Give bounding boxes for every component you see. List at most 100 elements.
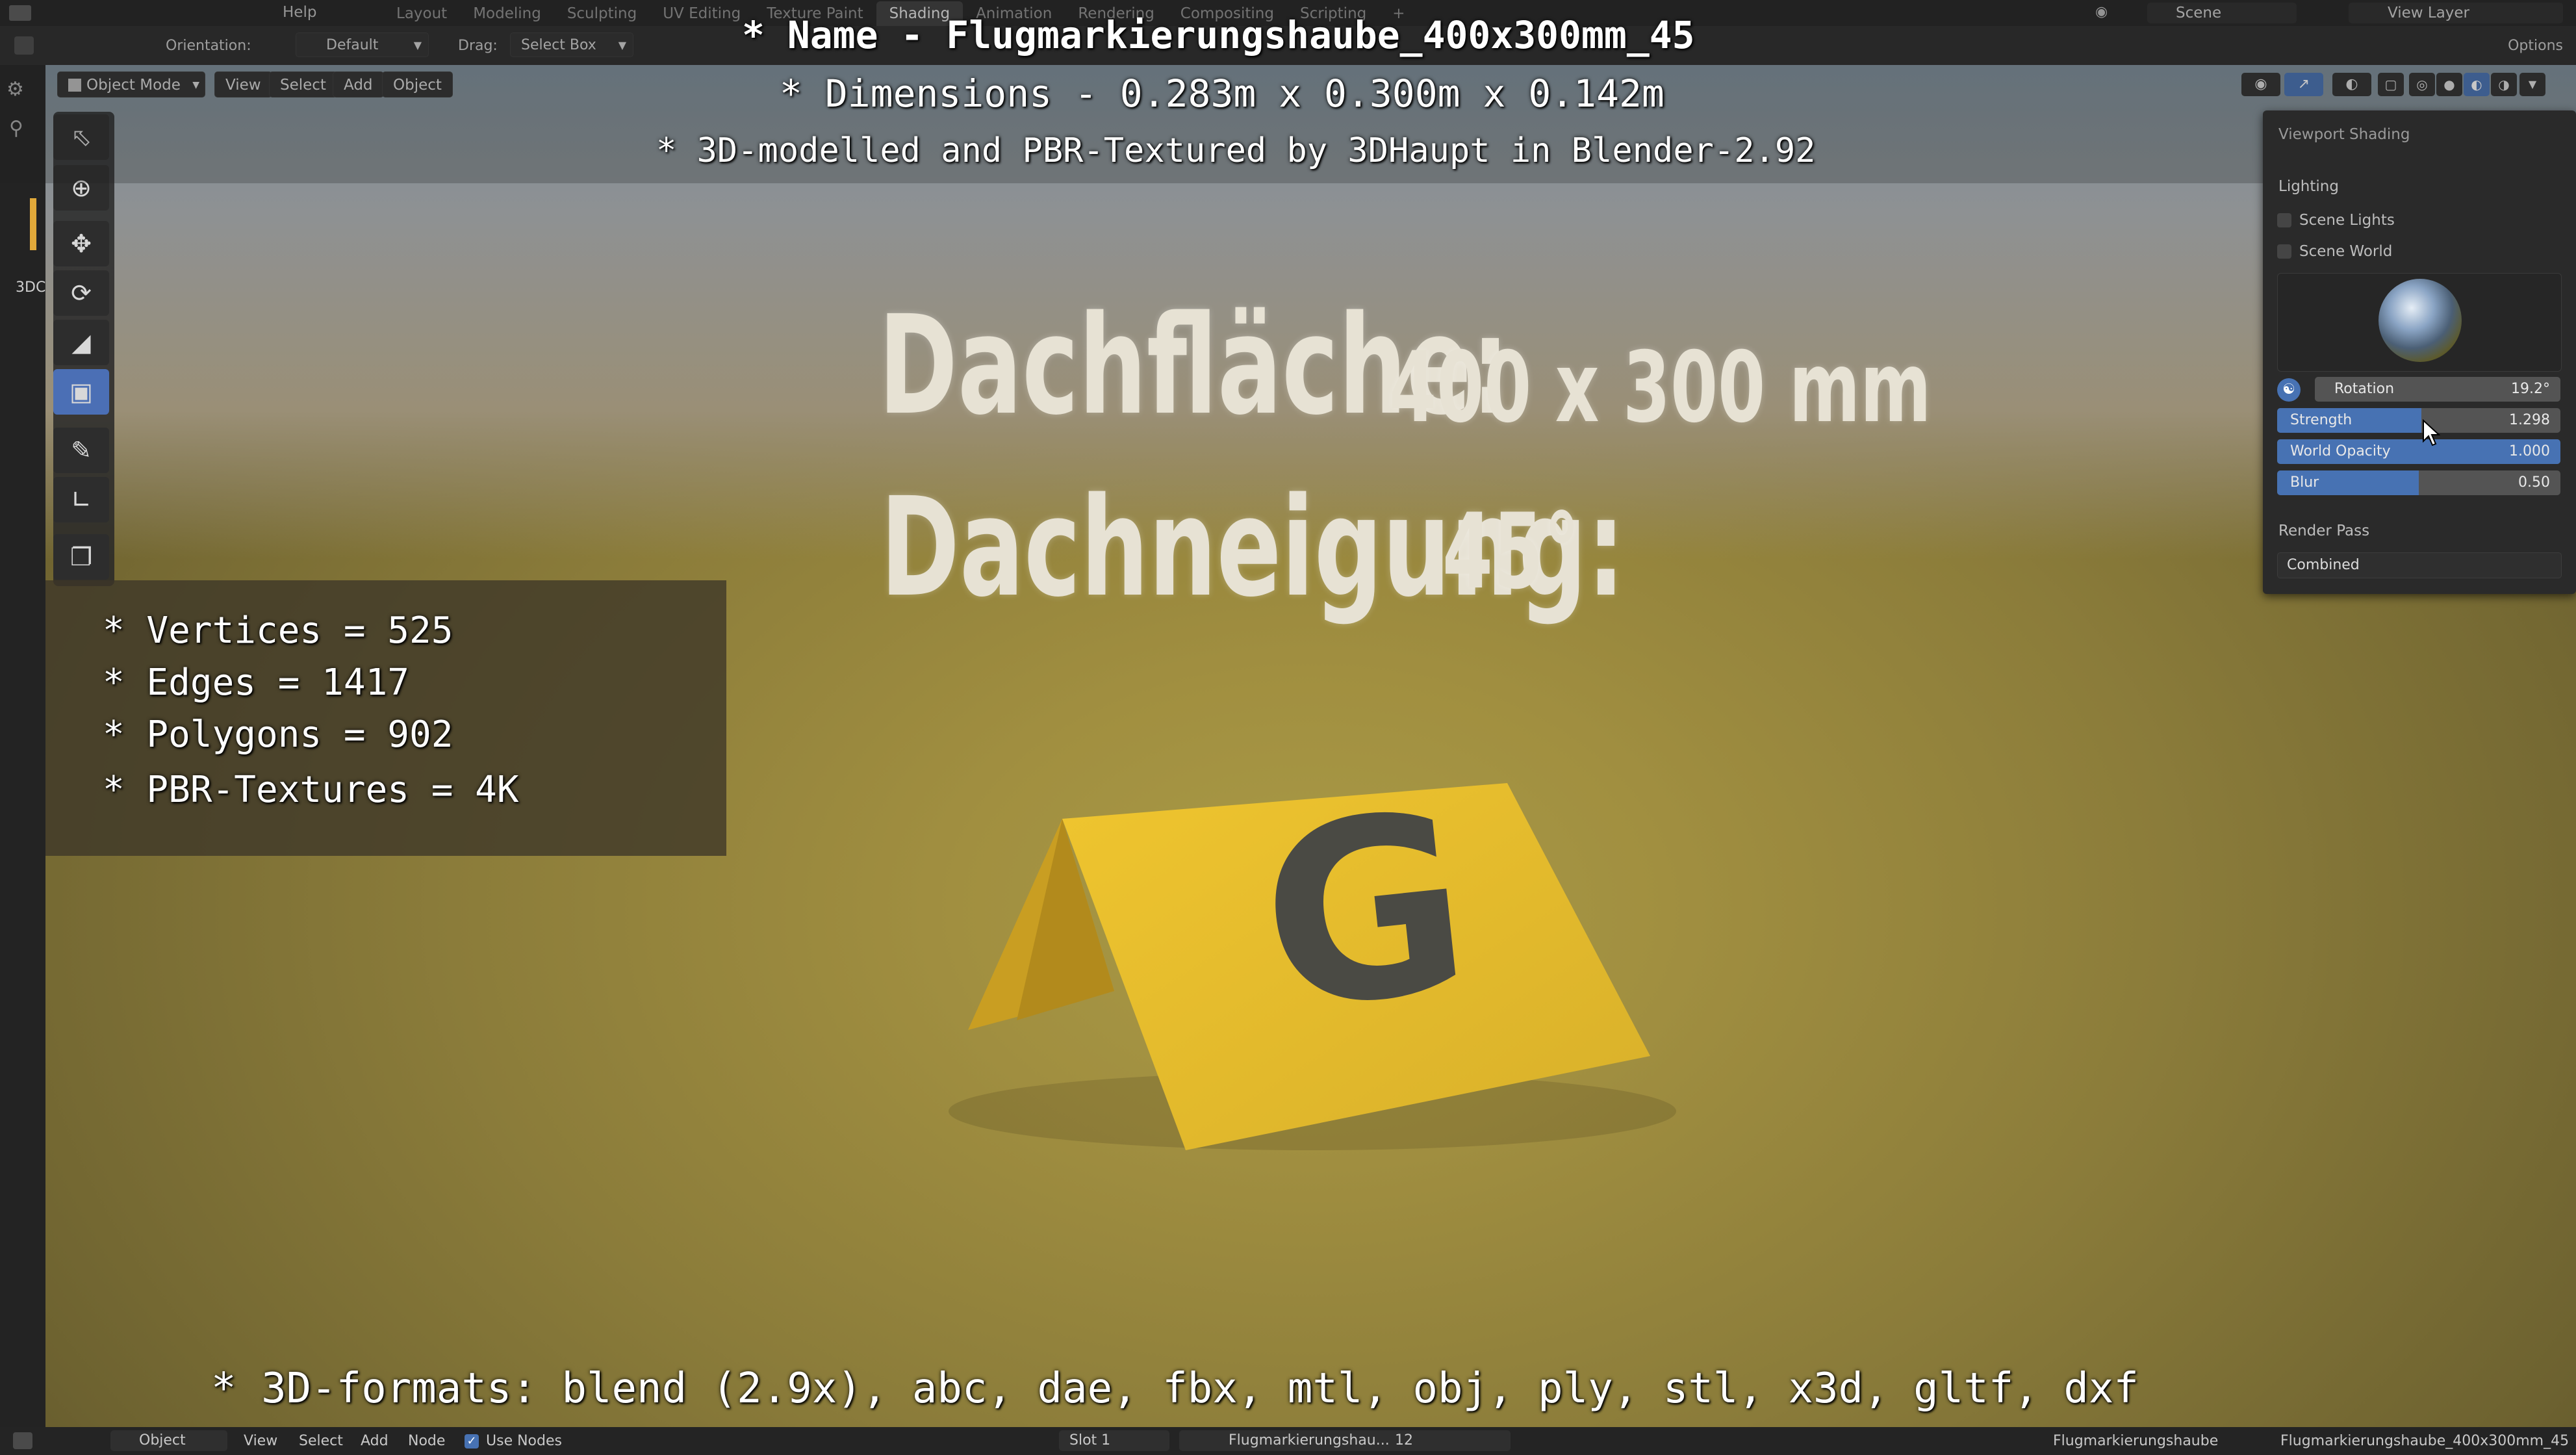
scene-selector[interactable]: Scene	[2147, 3, 2297, 23]
model-credits: * 3D-modelled and PBR-Textured by 3DHaup…	[656, 131, 1816, 170]
material-selector[interactable]: Flugmarkierungshau... 12	[1179, 1430, 1511, 1451]
use-nodes-checkbox[interactable]: ✓	[465, 1434, 479, 1449]
orientation-dropdown[interactable]: Default ▼	[296, 32, 429, 57]
sign-letter: G	[1249, 758, 1481, 1065]
scene-icon[interactable]: ◉	[2095, 4, 2124, 22]
options-menu[interactable]: Options	[2508, 38, 2563, 54]
cursor-tool[interactable]: ⊕	[53, 165, 109, 211]
timeline-marker	[30, 198, 36, 250]
visibility-icon[interactable]: ◉	[2241, 73, 2280, 96]
move-tool[interactable]: ✥	[53, 221, 109, 266]
overlays-icon[interactable]: ◐	[2332, 73, 2371, 96]
stat-textures: * PBR-Textures = 4K	[103, 769, 519, 811]
transform-tool[interactable]: ▣	[53, 369, 109, 415]
render-pass-label: Render Pass	[2278, 522, 2370, 539]
tab-uv-editing[interactable]: UV Editing	[650, 1, 754, 26]
pencil-icon: ✎	[71, 436, 92, 465]
scene-world-checkbox[interactable]	[2277, 244, 2291, 259]
stat-vertices: * Vertices = 525	[103, 610, 453, 652]
cursor-select-icon: ⬁	[71, 123, 92, 151]
side-label: 3DC	[16, 279, 46, 296]
crosshair-icon: ⊕	[71, 174, 92, 202]
model-dimensions: * Dimensions - 0.283m x 0.300m x 0.142m	[780, 71, 1664, 116]
search-icon[interactable]: ⚲	[9, 117, 23, 140]
transform-icon: ▣	[70, 378, 93, 406]
xray-icon[interactable]: ▢	[2378, 73, 2404, 96]
mouse-cursor-icon	[2423, 419, 2440, 446]
view-menu[interactable]: View	[244, 1433, 277, 1449]
lighting-label: Lighting	[2278, 178, 2339, 195]
add-cube-tool[interactable]: ❐	[53, 534, 109, 580]
drag-dropdown[interactable]: Select Box ▼	[510, 32, 633, 57]
rotate-tool[interactable]: ⟳	[53, 270, 109, 316]
slot-value: Slot 1	[1069, 1432, 1111, 1449]
measure-tool[interactable]: ∟	[53, 477, 109, 522]
render-pass-dropdown[interactable]: Combined	[2277, 552, 2562, 578]
gizmo-icon[interactable]: ↗	[2284, 73, 2323, 96]
cube-add-icon: ❐	[70, 543, 93, 571]
tab-layout[interactable]: Layout	[383, 1, 460, 26]
object-type-value: Object	[139, 1432, 186, 1449]
material-name: Flugmarkierungshau...	[1229, 1432, 1390, 1449]
mesh-name-label[interactable]: Flugmarkierungshaube_400x300mm_45	[2280, 1433, 2569, 1449]
editor-type-icon[interactable]	[14, 36, 34, 55]
scene-lights-checkbox[interactable]	[2277, 213, 2291, 227]
select-menu[interactable]: Select	[299, 1433, 343, 1449]
add-menu[interactable]: Add	[361, 1433, 389, 1449]
rotation-field[interactable]: Rotation 19.2°	[2315, 377, 2560, 402]
hdri-preview-box[interactable]	[2277, 273, 2562, 372]
select-box-tool[interactable]: ⬁	[53, 114, 109, 160]
rotation-value: 19.2°	[2511, 381, 2550, 397]
wireframe-shading-icon[interactable]: ◎	[2409, 73, 2435, 96]
scale-icon: ◢	[71, 328, 91, 357]
left-editor-strip: ⚙ ⚲ 3DC	[0, 65, 45, 1427]
chevron-down-icon: ▼	[192, 80, 199, 90]
flag-marker-hood-model[interactable]: G	[910, 695, 1689, 1163]
object-menu[interactable]: Object	[382, 71, 453, 97]
annotate-tool[interactable]: ✎	[53, 428, 109, 473]
view-layer-selector[interactable]: View Layer	[2349, 3, 2563, 23]
roof-area-value: 400 x 300 mm	[1389, 331, 1932, 444]
solid-shading-icon[interactable]: ●	[2436, 73, 2462, 96]
view-menu[interactable]: View	[214, 71, 272, 97]
tab-modeling[interactable]: Modeling	[460, 1, 554, 26]
shader-editor-header: Object View Select Add Node ✓ Use Nodes …	[0, 1427, 2576, 1455]
viewport-shading-panel: Viewport Shading Lighting Scene Lights S…	[2263, 110, 2576, 594]
strength-label: Strength	[2290, 412, 2353, 428]
model-name-title: * Name - Flugmarkierungshaube_400x300mm_…	[742, 13, 1695, 57]
shading-panel-title: Viewport Shading	[2278, 126, 2410, 143]
node-menu[interactable]: Node	[408, 1433, 445, 1449]
scale-tool[interactable]: ◢	[53, 320, 109, 365]
blur-slider[interactable]: Blur 0.50	[2277, 470, 2560, 495]
add-menu[interactable]: Add	[333, 71, 384, 97]
hdri-sphere-icon[interactable]	[2378, 279, 2462, 362]
stat-edges: * Edges = 1417	[103, 662, 410, 704]
tab-sculpting[interactable]: Sculpting	[554, 1, 650, 26]
stat-polygons: * Polygons = 902	[103, 714, 453, 756]
help-menu[interactable]: Help	[283, 4, 316, 21]
properties-icon[interactable]: ⚙	[6, 78, 24, 101]
object-mode-dropdown[interactable]: Object Mode ▼	[57, 71, 205, 97]
rotate-icon: ⟳	[71, 279, 92, 307]
world-opacity-value: 1.000	[2509, 443, 2550, 459]
select-menu[interactable]: Select	[269, 71, 337, 97]
world-opacity-slider[interactable]: World Opacity 1.000	[2277, 439, 2560, 464]
strength-slider[interactable]: Strength 1.298	[2277, 408, 2560, 433]
object-mode-icon	[68, 79, 81, 92]
world-space-lighting-icon[interactable]: ☯	[2277, 378, 2301, 402]
rendered-shading-icon[interactable]: ◑	[2491, 73, 2517, 96]
orientation-label: Orientation:	[166, 38, 251, 54]
object-name-label[interactable]: Flugmarkierungshaube	[2053, 1433, 2218, 1449]
blur-value: 0.50	[2518, 474, 2550, 491]
chevron-down-icon[interactable]: ▼	[2519, 73, 2545, 96]
blender-logo-icon[interactable]	[9, 5, 31, 21]
scene-world-label: Scene World	[2299, 243, 2393, 260]
slot-dropdown[interactable]: Slot 1	[1059, 1430, 1169, 1451]
object-mode-label: Object Mode	[86, 77, 181, 94]
object-type-dropdown[interactable]: Object	[110, 1430, 227, 1451]
editor-type-icon[interactable]	[13, 1432, 32, 1449]
shading-header-buttons: ◉ ↗ ◐ ▢ ◎ ● ◐ ◑ ▼	[2241, 70, 2553, 99]
material-preview-icon[interactable]: ◐	[2464, 73, 2490, 96]
drag-label: Drag:	[458, 38, 498, 54]
rotation-label: Rotation	[2334, 381, 2395, 397]
